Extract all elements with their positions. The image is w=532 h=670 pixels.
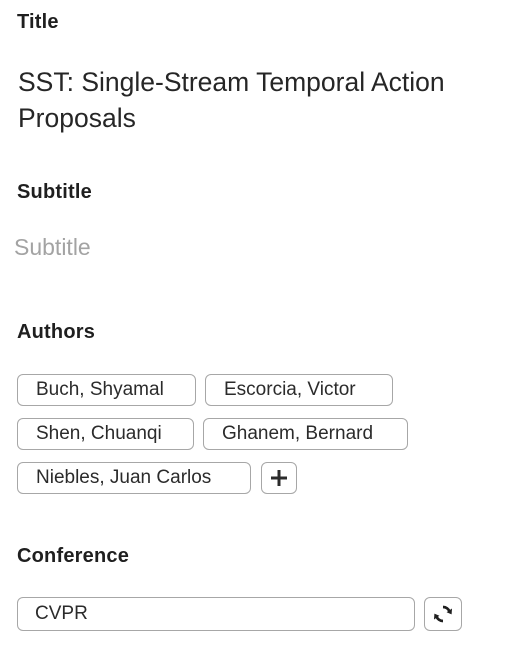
conference-field[interactable]: CVPR [17, 597, 415, 631]
subtitle-label: Subtitle [17, 181, 92, 203]
author-token[interactable]: Ghanem, Bernard [203, 418, 408, 450]
subtitle-input[interactable]: Subtitle [14, 234, 91, 261]
authors-label: Authors [17, 321, 96, 343]
title-field[interactable]: SST: Single-Stream Temporal Action Propo… [18, 64, 518, 136]
author-token[interactable]: Escorcia, Victor [205, 374, 393, 406]
metadata-panel: Title SST: Single-Stream Temporal Action… [0, 0, 532, 670]
author-token[interactable]: Shen, Chuanqi [17, 418, 194, 450]
author-token[interactable]: Niebles, Juan Carlos [17, 462, 251, 494]
sync-icon [434, 605, 452, 623]
add-author-button[interactable] [261, 462, 297, 494]
author-token[interactable]: Buch, Shyamal [17, 374, 196, 406]
title-label: Title [17, 11, 59, 33]
plus-icon [271, 470, 287, 486]
sync-conference-button[interactable] [424, 597, 462, 631]
conference-label: Conference [17, 545, 130, 567]
